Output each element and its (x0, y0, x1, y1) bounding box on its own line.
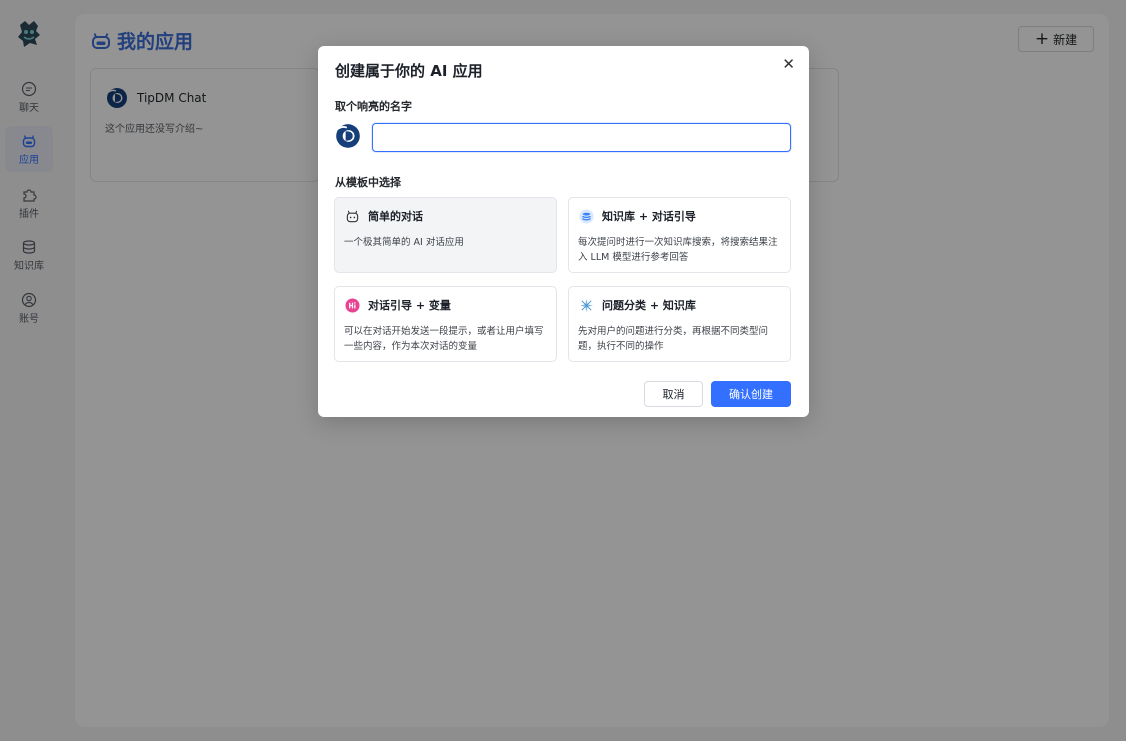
template-desc: 先对用户的问题进行分类，再根据不同类型问题，执行不同的操作 (578, 326, 769, 352)
template-desc: 可以在对话开始发送一段提示，或者让用户填写一些内容，作为本次对话的变量 (344, 326, 544, 352)
cancel-button[interactable]: 取消 (644, 381, 703, 407)
template-card-header: 简单的对话 (345, 208, 423, 224)
template-card-knowledge-guide[interactable]: 知识库 + 对话引导 每次提问时进行一次知识库搜索，将搜索结果注入 LLM 模型… (568, 197, 791, 273)
template-title: 对话引导 + 变量 (368, 299, 451, 312)
template-title: 简单的对话 (368, 210, 423, 223)
confirm-create-button[interactable]: 确认创建 (711, 381, 791, 407)
close-icon[interactable]: ✕ (782, 55, 795, 73)
template-desc: 一个极其简单的 AI 对话应用 (344, 237, 464, 248)
database-blue-icon (579, 208, 594, 224)
sparkle-icon (579, 298, 594, 312)
robot-outline-icon (346, 210, 359, 222)
template-card-header: 问题分类 + 知识库 (579, 297, 696, 313)
template-card-classify-knowledge[interactable]: 问题分类 + 知识库 先对用户的问题进行分类，再根据不同类型问题，执行不同的操作 (568, 286, 791, 362)
hi-bubble-icon (345, 297, 360, 313)
template-card-simple-chat[interactable]: 简单的对话 一个极其简单的 AI 对话应用 (334, 197, 557, 273)
template-desc: 每次提问时进行一次知识库搜索，将搜索结果注入 LLM 模型进行参考回答 (578, 237, 778, 263)
template-card-header: 对话引导 + 变量 (345, 297, 451, 313)
create-app-modal: 创建属于你的 AI 应用 ✕ 取个响亮的名字 从模板中选择 简单的对话 一个极其… (318, 46, 809, 417)
template-card-header: 知识库 + 对话引导 (579, 208, 696, 224)
template-section-label: 从模板中选择 (335, 176, 401, 189)
template-title: 问题分类 + 知识库 (602, 299, 696, 312)
name-section-label: 取个响亮的名字 (335, 100, 412, 113)
modal-title: 创建属于你的 AI 应用 (335, 62, 483, 80)
app-name-input[interactable] (372, 123, 791, 152)
app-avatar-icon[interactable] (335, 123, 361, 149)
template-card-guide-variables[interactable]: 对话引导 + 变量 可以在对话开始发送一段提示，或者让用户填写一些内容，作为本次… (334, 286, 557, 362)
template-title: 知识库 + 对话引导 (602, 210, 696, 223)
